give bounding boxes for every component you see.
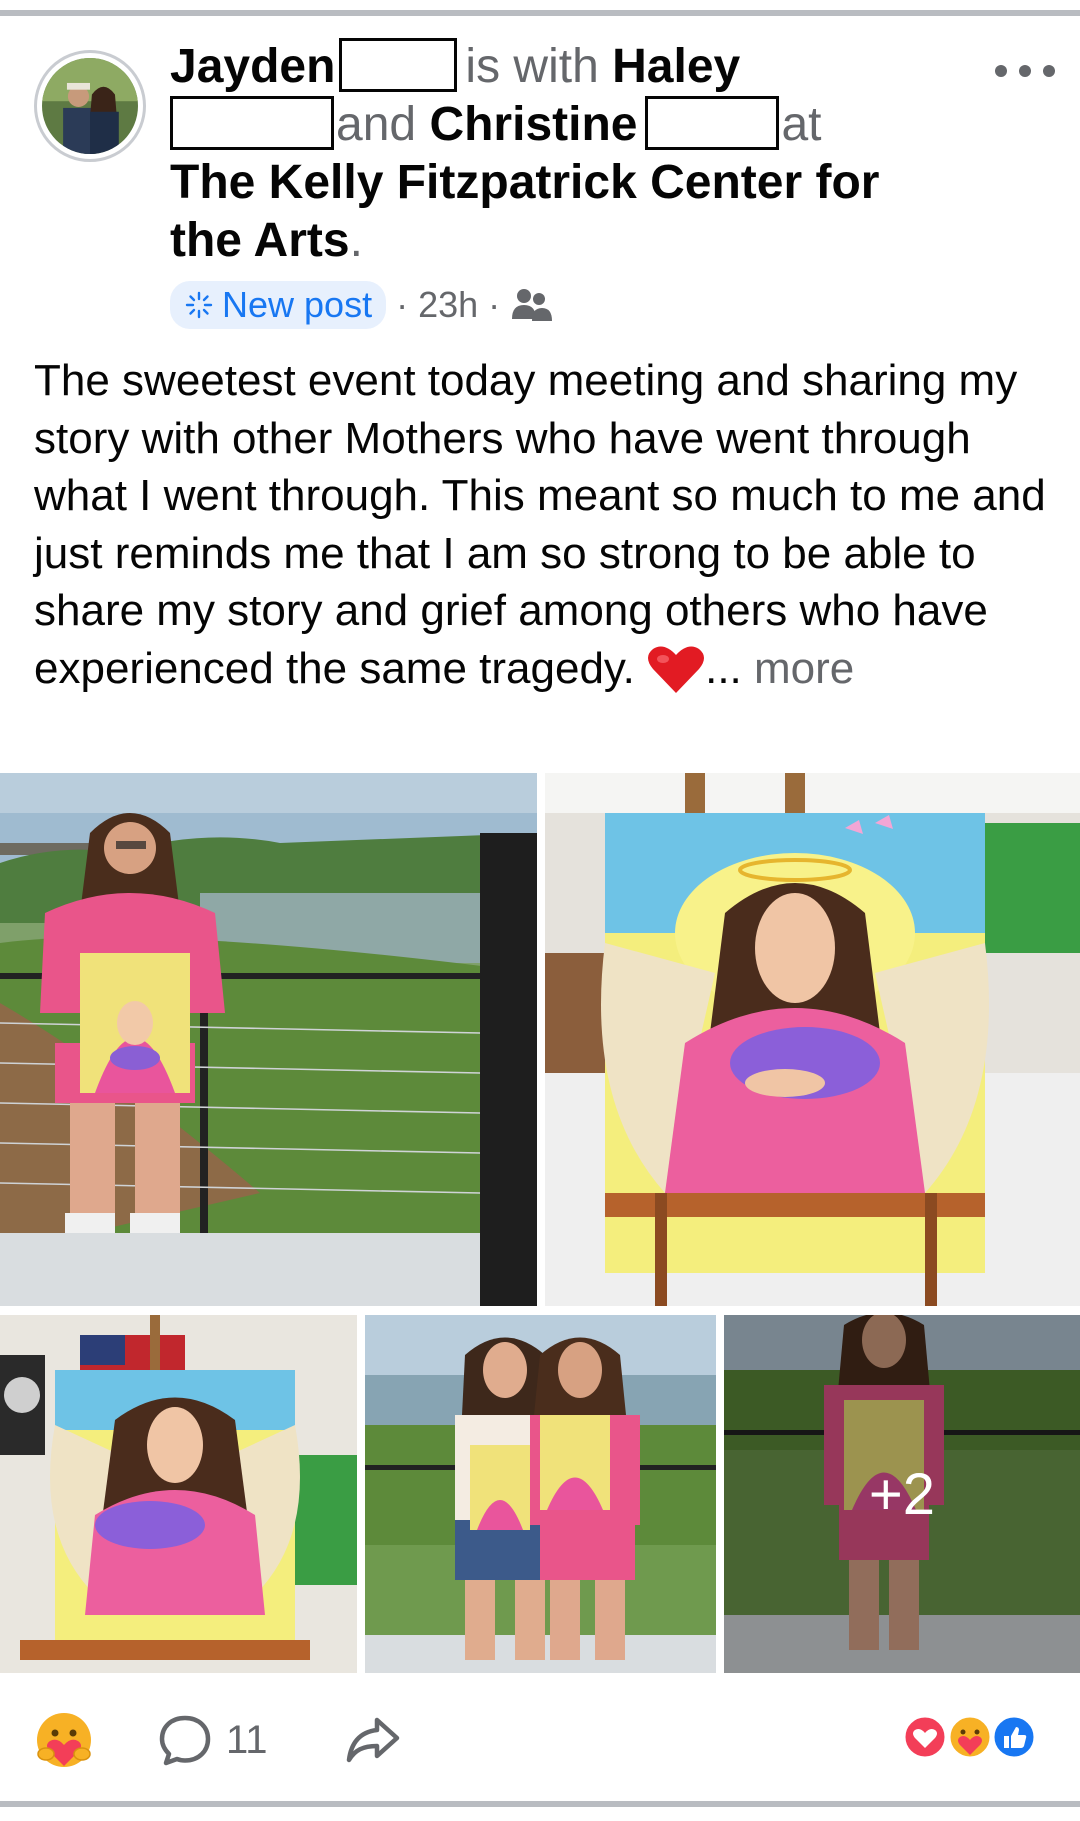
sparkle-icon: [185, 291, 213, 319]
with-text: is with: [465, 40, 599, 93]
dot-icon: [1043, 65, 1055, 77]
location-link[interactable]: The Kelly Fitzpatrick Center for the Art…: [170, 156, 879, 267]
tagged-user-2[interactable]: Christine: [429, 98, 637, 151]
redacted-name-box: [339, 38, 458, 92]
more-photos-count: +2: [868, 1461, 936, 1527]
balcony-photo: [0, 773, 537, 1306]
separator-dot: ·: [488, 284, 501, 325]
two-women-photo: [365, 1315, 716, 1673]
separator-dot: ·: [396, 284, 409, 325]
ellipsis: ...: [705, 643, 742, 693]
care-react-icon: [37, 1713, 91, 1767]
and-text: and: [336, 98, 417, 151]
post-time[interactable]: 23h: [418, 284, 478, 326]
author-avatar[interactable]: [34, 50, 146, 162]
post-body: The sweetest event today meeting and sha…: [34, 352, 1054, 697]
tagged-user-1[interactable]: Haley: [612, 40, 740, 93]
comment-count: 11: [226, 1717, 268, 1762]
see-more-link[interactable]: more: [754, 644, 854, 693]
friends-icon: [512, 289, 553, 321]
post-photo-4[interactable]: [365, 1315, 716, 1673]
new-post-badge[interactable]: New post: [170, 281, 387, 329]
painting-easel-photo: [0, 1315, 357, 1673]
heart-emoji-icon: [647, 644, 705, 693]
avatar-photo: [42, 58, 138, 154]
care-react-icon: [947, 1714, 993, 1760]
react-button[interactable]: [34, 1710, 94, 1770]
like-react-icon: [991, 1714, 1037, 1760]
more-photos-overlay[interactable]: +2: [724, 1315, 1080, 1673]
more-options-button[interactable]: [995, 56, 1055, 86]
redacted-name-box: [170, 96, 334, 150]
reaction-summary[interactable]: [900, 1712, 1040, 1762]
love-react-icon: [902, 1714, 948, 1760]
post-photo-1[interactable]: [0, 773, 537, 1306]
author-name[interactable]: Jayden: [170, 40, 335, 93]
post-header: Jayden is with Haley and Christine at The …: [170, 38, 910, 270]
share-icon: [346, 1717, 400, 1763]
comment-button[interactable]: 11: [158, 1710, 268, 1770]
new-post-label: New post: [222, 284, 373, 325]
reactions-icons: [902, 1714, 1037, 1760]
post-photo-2[interactable]: [545, 773, 1080, 1306]
top-divider: [0, 10, 1080, 16]
dot-icon: [995, 65, 1007, 77]
comment-icon: [159, 1715, 211, 1766]
post-photo-5[interactable]: +2: [724, 1315, 1080, 1673]
bottom-divider: [0, 1801, 1080, 1807]
post-meta: New post · 23h ·: [170, 280, 554, 330]
share-button[interactable]: [345, 1710, 401, 1770]
dot-icon: [1019, 65, 1031, 77]
at-text: at: [781, 98, 822, 151]
period: .: [349, 214, 363, 267]
post-body-text: The sweetest event today meeting and sha…: [34, 356, 1046, 693]
redacted-name-box: [645, 96, 780, 150]
painting-photo: [545, 773, 1080, 1306]
post-photo-3[interactable]: [0, 1315, 357, 1673]
